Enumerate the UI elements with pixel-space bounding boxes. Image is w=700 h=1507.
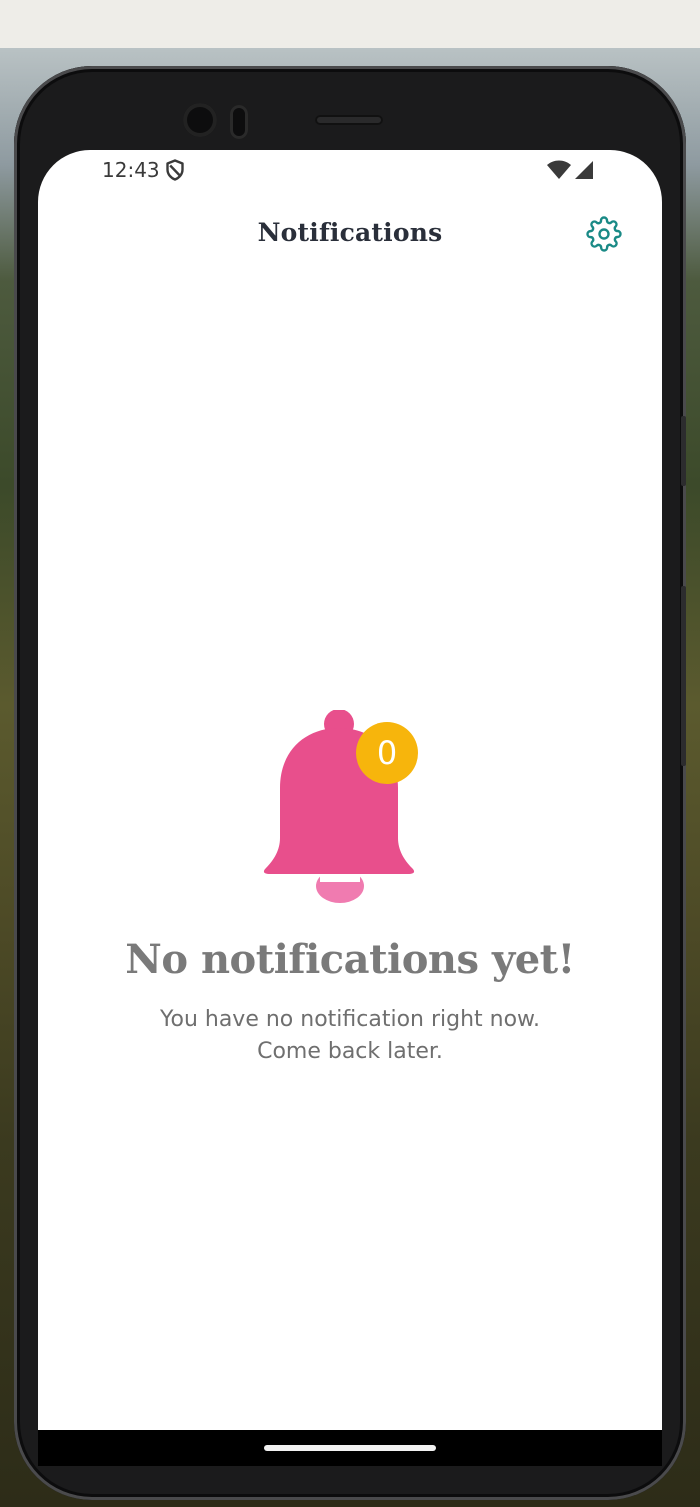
app-screen: 12:43 Notifications 0 No notifications y… — [38, 150, 662, 1430]
empty-state-subtitle-line2: Come back later. — [257, 1039, 443, 1064]
home-indicator[interactable] — [264, 1445, 436, 1451]
browser-top-strip — [0, 0, 700, 48]
status-time: 12:43 — [102, 158, 160, 182]
earpiece-speaker — [315, 115, 383, 125]
bell-illustration: 0 — [260, 709, 420, 910]
cell-signal-icon — [574, 160, 594, 180]
settings-button[interactable] — [582, 214, 626, 258]
shield-icon — [165, 159, 185, 181]
empty-state-title: No notifications yet! — [125, 936, 575, 983]
wifi-icon — [546, 160, 572, 180]
volume-button — [681, 586, 686, 766]
app-header: Notifications — [38, 210, 662, 262]
empty-state-subtitle-line1: You have no notification right now. — [159, 1007, 541, 1032]
page-title: Notifications — [257, 218, 443, 247]
face-sensor — [230, 105, 248, 139]
status-bar: 12:43 — [38, 150, 662, 190]
notification-count-badge: 0 — [356, 722, 418, 784]
front-camera — [183, 103, 217, 137]
power-button — [681, 416, 686, 486]
gear-icon — [586, 216, 622, 256]
system-nav-bar — [38, 1430, 662, 1466]
empty-state-subtitle: You have no notification right now. Come… — [38, 1004, 662, 1068]
